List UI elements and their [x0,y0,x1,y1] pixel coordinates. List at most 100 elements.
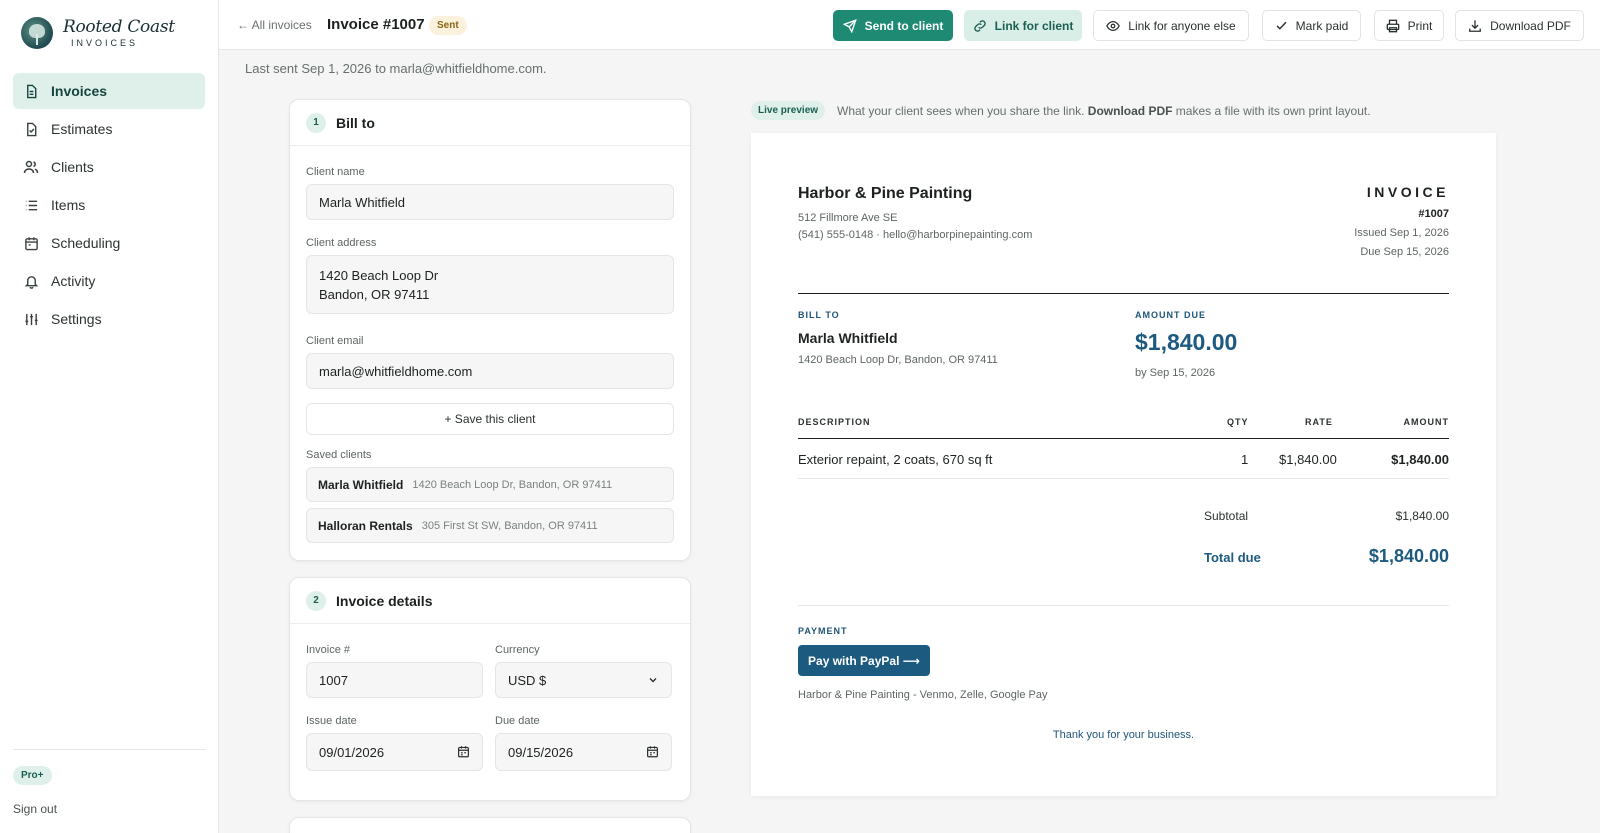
bell-icon [23,273,39,289]
send-icon [842,18,857,33]
button-label: Print [1407,18,1433,33]
app-name: Rooted Coast [63,16,175,37]
col-qty: QTY [1227,417,1249,427]
line-qty: 1 [1241,452,1249,467]
subtotal-label: Subtotal [1204,509,1249,523]
users-icon [23,159,39,175]
nav-item-items[interactable]: Items [13,187,205,223]
pay-with-paypal-button[interactable]: Pay with PayPal ⟶ [798,645,930,676]
button-label: Download PDF [1490,18,1571,33]
eye-icon [1106,19,1121,33]
col-rate: RATE [1305,417,1333,427]
app-logo[interactable]: Rooted Coast INVOICES [21,17,175,49]
nav-item-scheduling[interactable]: Scheduling [13,225,205,261]
payment-caption: PAYMENT [798,626,848,636]
client-email-input[interactable]: marla@whitfieldhome.com [306,353,674,389]
sidebar: Rooted Coast INVOICES Invoices Estimates… [0,0,219,833]
address-line: 1420 Beach Loop Dr [319,268,439,283]
mark-paid-button[interactable]: Mark paid [1262,10,1361,41]
total-due-value: $1,840.00 [1368,546,1449,566]
sliders-icon [23,311,39,327]
issue-date-input[interactable]: 09/01/2026 [306,733,483,771]
sign-out-link[interactable]: Sign out [13,802,57,816]
card-title: Invoice details [336,592,433,609]
button-label: Send to client [864,18,944,33]
invoice-number-label: Invoice # [306,644,351,656]
line-description: Exterior repaint, 2 coats, 670 sq ft [798,452,993,467]
nav-label: Activity [51,273,96,289]
sidebar-divider [13,749,206,750]
nav-label: Clients [51,159,94,175]
saved-clients-label: Saved clients [306,449,372,461]
amount-due-value: $1,840.00 [1135,329,1238,355]
chevron-down-icon [647,674,659,686]
divider [798,605,1449,606]
input-value: 09/15/2026 [508,744,574,760]
bill-to-caption: BILL TO [798,310,840,320]
calendar-icon [23,235,39,251]
download-icon [1468,19,1482,33]
bill-to-card: 1 Bill to Client name Marla Whitfield Cl… [289,99,691,561]
nav-label: Items [51,197,86,213]
saved-client-item[interactable]: Halloran Rentals 305 First St SW, Bandon… [306,508,674,543]
amount-due-date: by Sep 15, 2026 [1135,367,1216,379]
button-label: Mark paid [1295,18,1349,33]
issued-date: Issued Sep 1, 2026 [1354,227,1449,239]
saved-client-address: 305 First St SW, Bandon, OR 97411 [421,519,598,532]
due-date-input[interactable]: 09/15/2026 [495,733,672,771]
nav-item-settings[interactable]: Settings [13,301,205,337]
step-number: 1 [306,112,326,133]
select-value: USD $ [508,672,547,688]
client-name-input[interactable]: Marla Whitfield [306,184,674,220]
nav-label: Scheduling [51,235,121,251]
row-divider [798,478,1449,479]
link-for-client-button[interactable]: Link for client [964,10,1082,41]
step-number: 2 [306,590,326,611]
calendar-icon[interactable] [457,745,470,758]
card-title: Bill to [336,114,375,131]
client-address-label: Client address [306,237,377,249]
divider [798,293,1449,294]
button-label: Link for anyone else [1128,18,1236,33]
send-to-client-button[interactable]: Send to client [833,10,953,41]
nav-item-activity[interactable]: Activity [13,263,205,299]
top-bar: ← All invoices Invoice #1007 Sent Send t… [219,0,1600,50]
amount-due-caption: AMOUNT DUE [1135,310,1206,320]
calendar-icon[interactable] [646,745,659,758]
file-check-icon [23,121,39,137]
saved-client-item[interactable]: Marla Whitfield 1420 Beach Loop Dr, Band… [306,467,674,502]
bill-to-name: Marla Whitfield [798,330,898,346]
company-address: 512 Fillmore Ave SE [798,212,898,224]
app-subtitle: INVOICES [71,37,139,48]
invoice-number-input[interactable]: 1007 [306,662,483,698]
file-icon [23,83,39,99]
status-badge: Sent [429,16,467,35]
print-button[interactable]: Print [1374,10,1444,41]
subtotal-value: $1,840.00 [1395,509,1449,523]
nav-item-invoices[interactable]: Invoices [13,73,205,109]
input-value: 09/01/2026 [319,744,385,760]
plan-badge: Pro+ [13,766,52,785]
nav-label: Invoices [51,83,108,99]
check-icon [1275,19,1288,32]
save-client-button[interactable]: + Save this client [306,403,674,435]
currency-select[interactable]: USD $ [495,662,672,698]
nav-label: Estimates [51,121,113,137]
download-pdf-button[interactable]: Download PDF [1455,10,1584,41]
bill-to-address: 1420 Beach Loop Dr, Bandon, OR 97411 [798,354,998,366]
total-due-label: Total due [1204,550,1261,565]
client-address-textarea[interactable]: 1420 Beach Loop Dr Bandon, OR 97411 [306,255,674,314]
client-name-label: Client name [306,166,365,178]
back-to-invoices-link[interactable]: ← All invoices [237,18,312,32]
input-value: Marla Whitfield [319,194,405,210]
nav-item-estimates[interactable]: Estimates [13,111,205,147]
page-title: Invoice #1007 [327,16,425,33]
nav-item-clients[interactable]: Clients [13,149,205,185]
preview-note: What your client sees when you share the… [837,104,1371,118]
col-amount: AMOUNT [1403,417,1449,427]
link-for-anyone-button[interactable]: Link for anyone else [1093,10,1249,41]
thank-you-note: Thank you for your business. [1052,729,1195,741]
button-label: Link for client [994,18,1074,33]
col-description: DESCRIPTION [798,417,871,427]
due-date-label: Due date [495,715,540,727]
